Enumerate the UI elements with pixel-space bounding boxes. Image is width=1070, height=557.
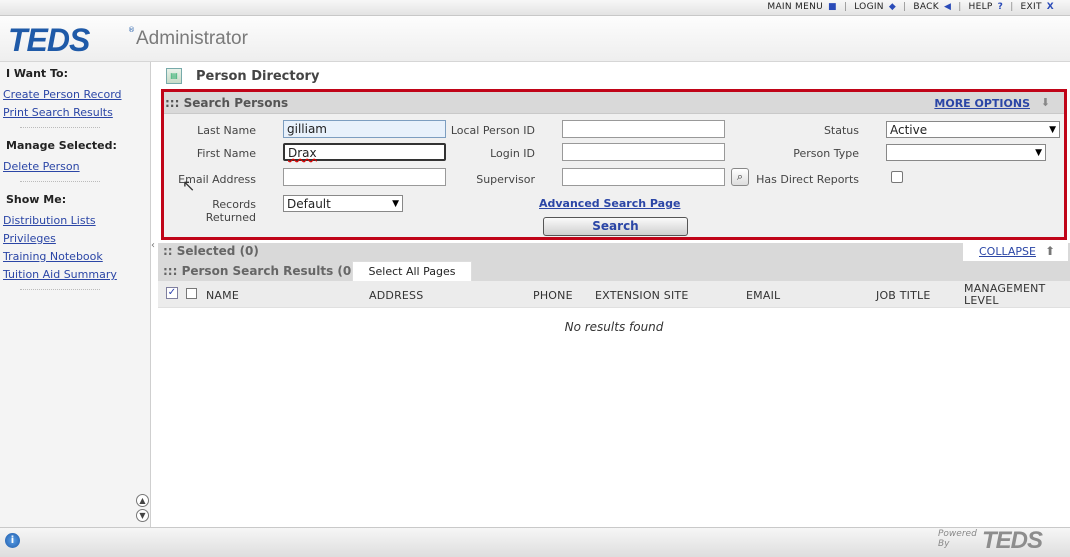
help-icon: ? xyxy=(997,2,1004,12)
divider xyxy=(20,181,100,182)
arrow-down-icon[interactable]: ⬇ xyxy=(1041,96,1050,109)
mouse-cursor-icon: ↖ xyxy=(182,176,196,195)
advanced-search-page-link[interactable]: Advanced Search Page xyxy=(539,197,680,210)
exit-icon: X xyxy=(1046,2,1054,12)
divider xyxy=(20,289,100,290)
chevron-down-icon: ▼ xyxy=(1049,124,1056,135)
powered-by-text: Powered By xyxy=(938,529,977,549)
search-panel-header: ::: Search Persons MORE OPTIONS ⬇ xyxy=(164,92,1064,114)
column-phone[interactable]: PHONE xyxy=(533,289,573,302)
main-content: ▤ Person Directory ::: Search Persons MO… xyxy=(158,62,1070,527)
person-directory-icon: ▤ xyxy=(166,68,182,84)
column-job-title[interactable]: JOB TITLE xyxy=(876,289,931,302)
training-notebook-link[interactable]: Training Notebook xyxy=(0,250,103,263)
records-returned-label: Records Returned xyxy=(205,198,256,224)
top-nav: MAIN MENU ■ | LOGIN ◆ | BACK ◀ | HELP? | EX… xyxy=(761,2,1060,12)
teds-logo: TEDS xyxy=(8,22,90,58)
local-person-id-input[interactable] xyxy=(562,120,725,138)
sidebar-collapse-handle-icon[interactable]: ‹ xyxy=(151,240,157,252)
last-name-label: Last Name xyxy=(197,124,256,137)
results-title: ::: Person Search Results (0) xyxy=(163,264,357,278)
top-bar: MAIN MENU ■ | LOGIN ◆ | BACK ◀ | HELP? | EX… xyxy=(0,0,1070,16)
column-management-level[interactable]: MANAGEMENT LEVEL xyxy=(964,283,1054,307)
scroll-up-icon[interactable]: ▲ xyxy=(136,494,149,507)
print-search-results-link[interactable]: Print Search Results xyxy=(0,106,113,119)
back-link[interactable]: BACK ◀ xyxy=(907,2,957,12)
tuition-aid-summary-link[interactable]: Tuition Aid Summary xyxy=(0,268,117,281)
login-link[interactable]: LOGIN ◆ xyxy=(848,2,902,12)
i-want-to-heading: I Want To: xyxy=(6,67,69,80)
app-header: TEDS ® Administrator xyxy=(0,16,1070,62)
main-menu-icon: ■ xyxy=(828,2,837,12)
person-type-label: Person Type xyxy=(793,147,859,160)
column-extension-site[interactable]: EXTENSION SITE xyxy=(595,289,689,302)
chevron-down-icon: ▼ xyxy=(392,198,399,209)
records-returned-value: Default xyxy=(287,196,331,211)
selected-title: :: Selected (0) xyxy=(163,244,259,258)
login-icon: ◆ xyxy=(888,2,897,12)
help-label: HELP xyxy=(968,2,993,12)
supervisor-label: Supervisor xyxy=(476,173,535,186)
has-direct-reports-checkbox[interactable] xyxy=(891,171,903,183)
sidebar: I Want To: Create Person Record Print Se… xyxy=(0,62,151,527)
last-name-input[interactable]: gilliam xyxy=(283,120,446,138)
privileges-link[interactable]: Privileges xyxy=(0,232,56,245)
arrow-up-icon[interactable]: ⬆ xyxy=(1045,244,1055,258)
create-person-record-link[interactable]: Create Person Record xyxy=(0,88,122,101)
login-label: LOGIN xyxy=(854,2,884,12)
main-menu-label: MAIN MENU xyxy=(767,2,824,12)
registered-mark: ® xyxy=(128,26,135,34)
local-person-id-label: Local Person ID xyxy=(450,124,535,137)
back-label: BACK xyxy=(913,2,939,12)
column-address[interactable]: ADDRESS xyxy=(369,289,423,302)
login-id-label: Login ID xyxy=(490,147,535,160)
results-bar: ::: Person Search Results (0) Select All… xyxy=(158,261,1070,281)
login-id-input[interactable] xyxy=(562,143,725,161)
page-title: Person Directory xyxy=(196,69,320,84)
main-menu-link[interactable]: MAIN MENU ■ xyxy=(761,2,842,12)
email-address-input[interactable] xyxy=(283,168,446,186)
delete-person-link[interactable]: Delete Person xyxy=(0,160,80,173)
teds-footer-logo: TEDS xyxy=(982,527,1043,554)
search-persons-panel: ::: Search Persons MORE OPTIONS ⬇ Last N… xyxy=(161,89,1067,240)
collapse-link[interactable]: COLLAPSE xyxy=(979,245,1036,258)
selected-bar: :: Selected (0) xyxy=(158,243,1070,261)
supervisor-input[interactable] xyxy=(562,168,725,186)
more-options-link[interactable]: MORE OPTIONS xyxy=(934,97,1030,110)
info-icon[interactable]: i xyxy=(5,533,20,548)
status-value: Active xyxy=(890,122,928,137)
results-table-header: ✓ NAME ADDRESS PHONE EXTENSION SITE EMAI… xyxy=(158,281,1070,308)
search-panel-title: ::: Search Persons xyxy=(165,96,289,110)
no-results-message: No results found xyxy=(564,320,664,334)
email-address-label: Email Address xyxy=(178,173,256,186)
person-type-select[interactable]: ▼ xyxy=(886,144,1046,161)
exit-label: EXIT xyxy=(1020,2,1042,12)
collapse-control: COLLAPSE ⬆ xyxy=(963,241,1068,263)
exit-link[interactable]: EXIT X xyxy=(1015,2,1060,12)
has-direct-reports-label: Has Direct Reports xyxy=(756,173,859,186)
show-me-heading: Show Me: xyxy=(6,193,67,206)
select-all-pages-button[interactable]: Select All Pages xyxy=(352,261,472,281)
distribution-lists-link[interactable]: Distribution Lists xyxy=(0,214,96,227)
records-returned-select[interactable]: Default ▼ xyxy=(283,195,403,212)
footer: i Powered By TEDS xyxy=(0,527,1070,557)
first-name-label: First Name xyxy=(196,147,256,160)
column-email[interactable]: EMAIL xyxy=(746,289,780,302)
status-select[interactable]: Active ▼ xyxy=(886,121,1060,138)
select-page-checkbox[interactable] xyxy=(186,288,197,299)
back-arrow-icon: ◀ xyxy=(943,2,952,12)
chevron-down-icon: ▼ xyxy=(1035,147,1042,158)
select-all-check-icon[interactable]: ✓ xyxy=(166,287,178,299)
first-name-input[interactable]: Drax xyxy=(283,143,446,161)
status-label: Status xyxy=(823,124,859,137)
column-name[interactable]: NAME xyxy=(206,289,239,302)
help-link[interactable]: HELP? xyxy=(963,2,1010,12)
divider xyxy=(20,127,100,128)
scroll-down-icon[interactable]: ▼ xyxy=(136,509,149,522)
app-name: Administrator xyxy=(136,28,248,49)
manage-selected-heading: Manage Selected: xyxy=(6,139,117,152)
search-button[interactable]: Search xyxy=(543,217,688,236)
